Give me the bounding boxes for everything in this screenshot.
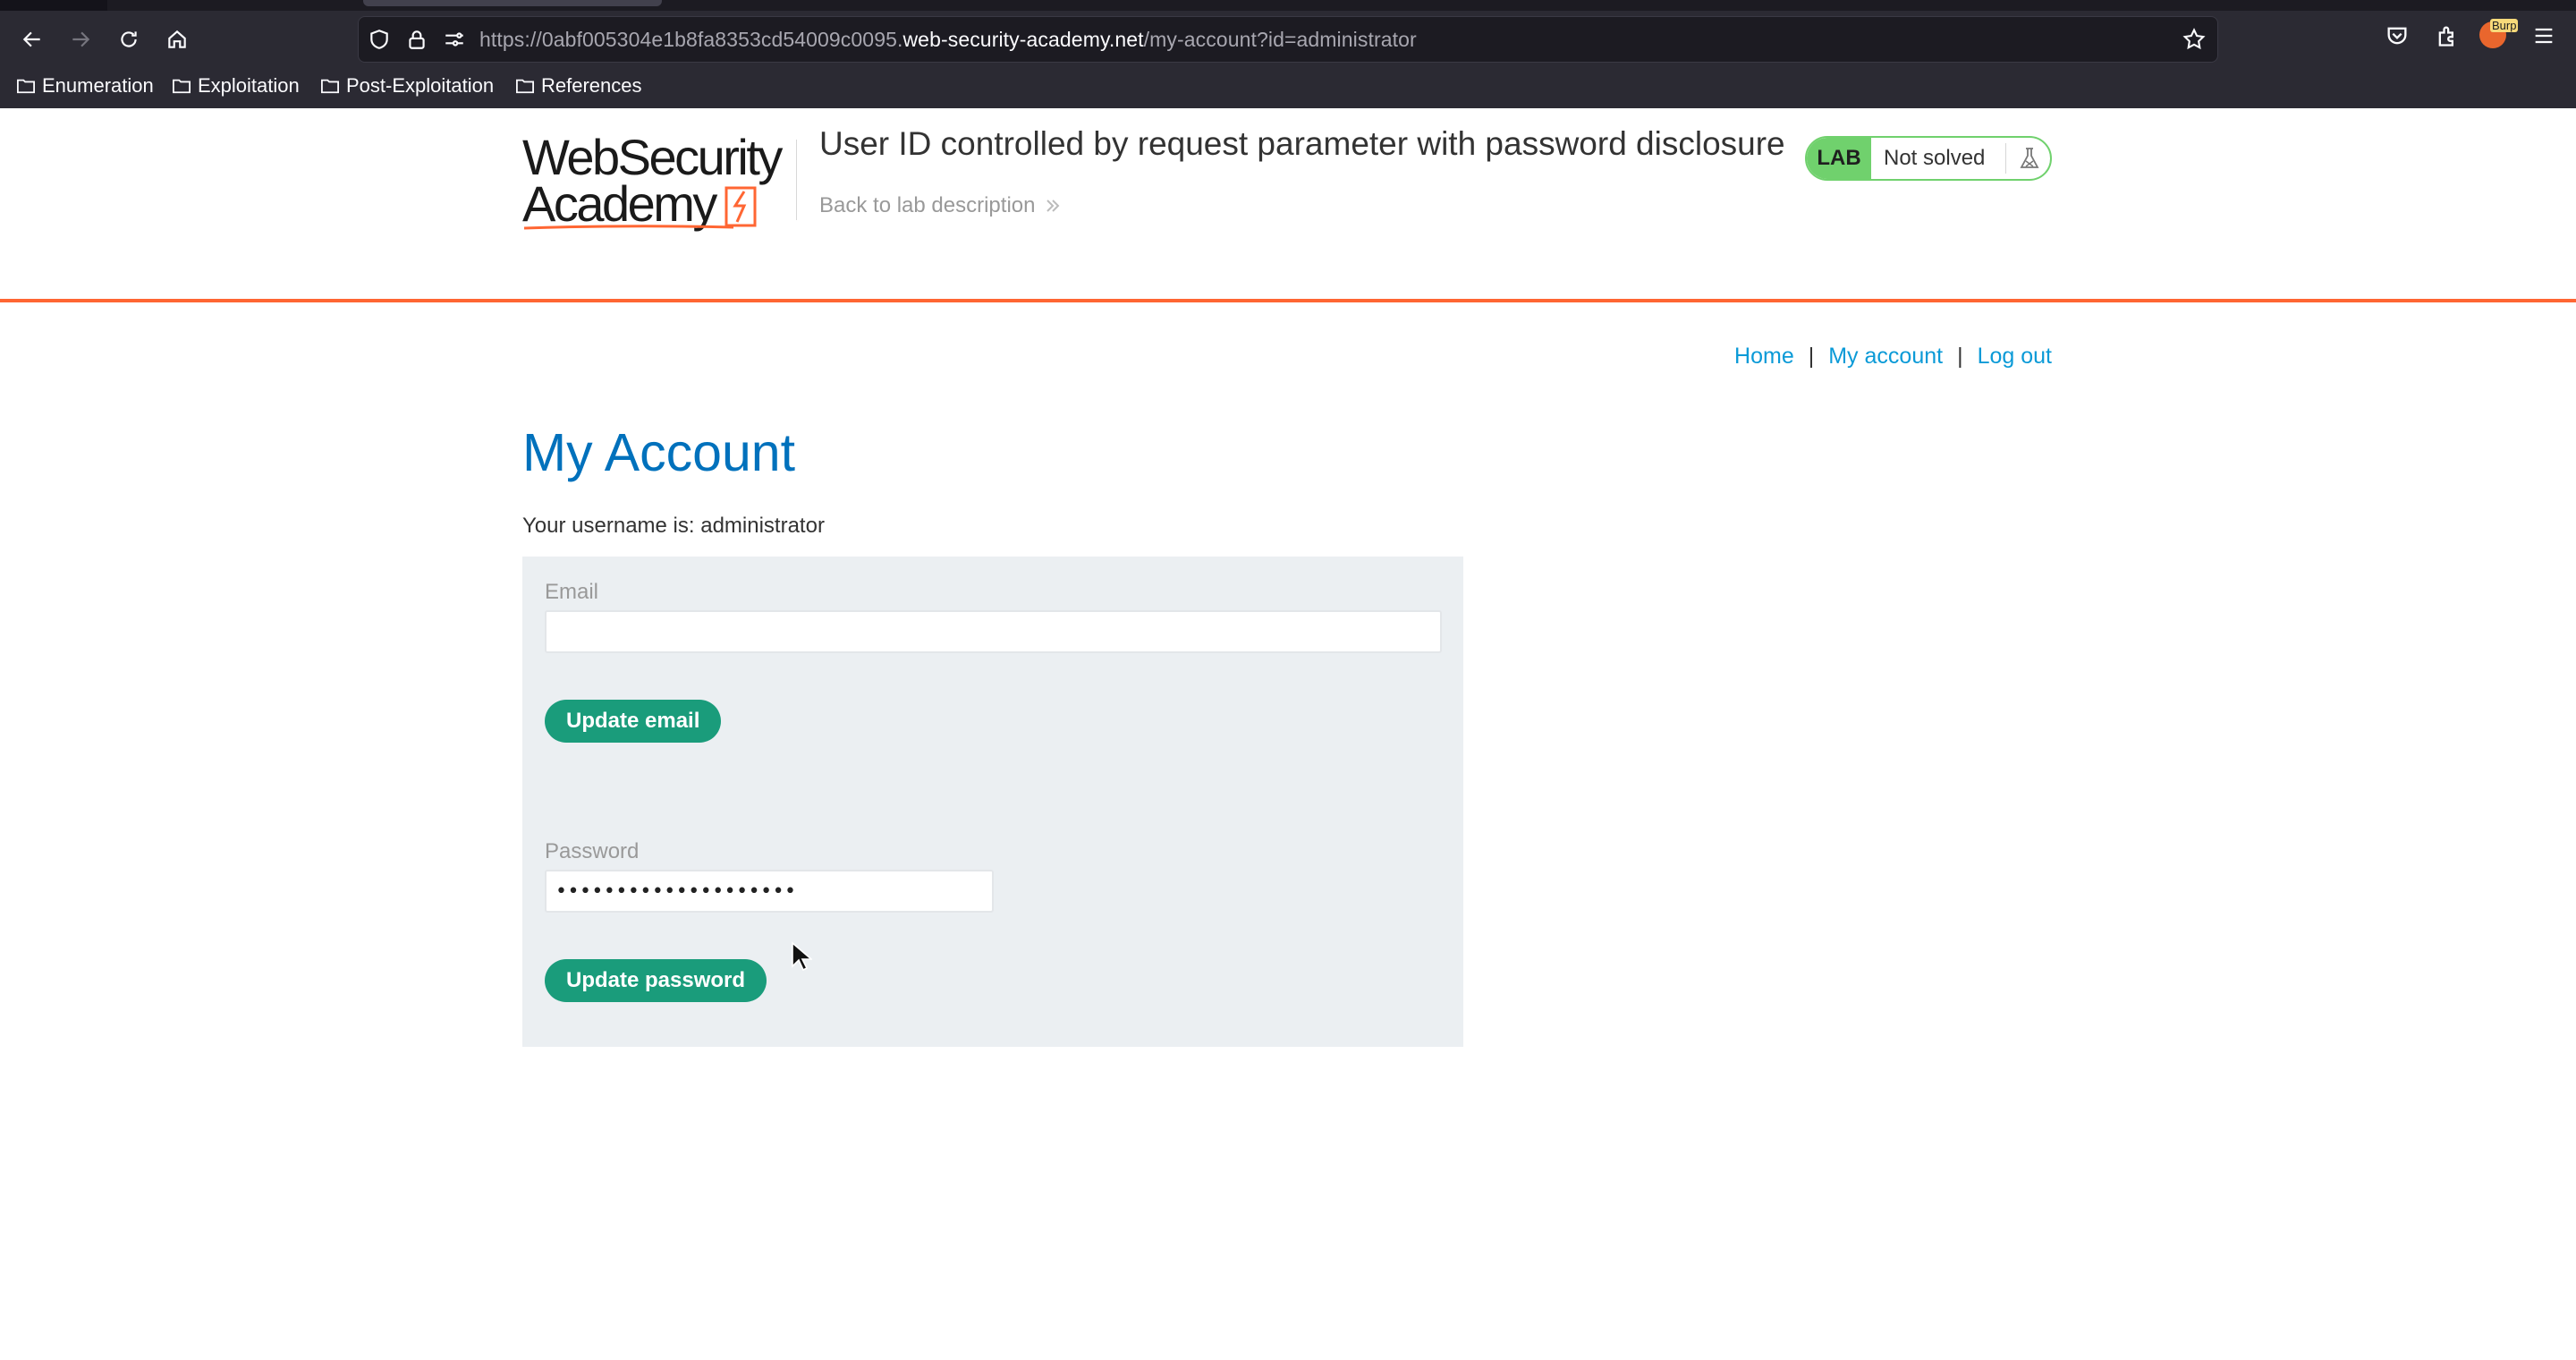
- logo-line-1: WebSecurity: [522, 129, 783, 185]
- email-label: Email: [545, 580, 599, 604]
- top-navigation: Home | My account | Log out: [1734, 344, 2052, 370]
- home-icon: [168, 30, 186, 48]
- nav-separator: |: [1808, 344, 1815, 369]
- shield-icon[interactable]: [368, 28, 391, 51]
- lab-title: User ID controlled by request parameter …: [819, 125, 1785, 162]
- active-tab[interactable]: [363, 0, 662, 6]
- header-orange-rule: [0, 299, 2576, 302]
- nav-my-account-link[interactable]: My account: [1828, 344, 1943, 369]
- pocket-icon[interactable]: [2385, 23, 2411, 50]
- bookmark-folder-exploitation[interactable]: Exploitation: [172, 72, 300, 100]
- url-host: web-security-academy.net: [902, 28, 1144, 51]
- bookmark-label: Post-Exploitation: [346, 74, 495, 97]
- forward-button[interactable]: [61, 20, 100, 59]
- bookmark-folder-references[interactable]: References: [515, 72, 642, 100]
- folder-icon: [173, 79, 191, 94]
- nav-separator: |: [1957, 344, 1963, 369]
- burp-extension-label: Burp: [2490, 19, 2519, 32]
- header-divider: [796, 140, 797, 220]
- reload-button[interactable]: [109, 20, 148, 59]
- url-bar[interactable]: https://0abf005304e1b8fa8353cd54009c0095…: [358, 16, 2218, 63]
- back-to-lab-description-link[interactable]: Back to lab description: [819, 193, 1062, 218]
- update-email-button[interactable]: Update email: [545, 700, 722, 743]
- folder-icon: [516, 79, 534, 94]
- folder-icon: [17, 79, 35, 94]
- folder-icon: [321, 79, 339, 94]
- lab-tag: LAB: [1807, 138, 1871, 179]
- lock-icon[interactable]: [405, 28, 428, 51]
- back-link-label: Back to lab description: [819, 193, 1036, 217]
- reload-icon: [121, 31, 137, 47]
- update-password-button[interactable]: Update password: [545, 959, 767, 1002]
- extensions-icon[interactable]: [2435, 23, 2462, 50]
- flask-icon: [2020, 148, 2039, 168]
- url-prefix: https://0abf005304e1b8fa8353cd54009c0095…: [479, 28, 903, 51]
- bookmarks-toolbar: Enumeration Exploitation Post-Exploitati…: [0, 70, 2576, 102]
- page-title: My Account: [522, 423, 795, 482]
- nav-home-link[interactable]: Home: [1734, 344, 1794, 369]
- arrow-left-icon: [22, 31, 40, 47]
- mouse-cursor-icon: [792, 941, 812, 972]
- lab-status-badge: LAB Not solved: [1805, 136, 2052, 181]
- arrow-right-icon: [72, 31, 90, 47]
- password-field[interactable]: [545, 870, 994, 913]
- account-panel: Email Update email Password Update passw…: [522, 557, 1463, 1047]
- badge-divider: [2005, 143, 2006, 174]
- logo-line-2: Academy: [522, 175, 717, 232]
- bookmark-folder-post-exploitation[interactable]: Post-Exploitation: [320, 72, 494, 100]
- hamburger-menu-icon[interactable]: [2531, 23, 2558, 50]
- url-text[interactable]: https://0abf005304e1b8fa8353cd54009c0095…: [479, 27, 1417, 52]
- back-button[interactable]: [13, 20, 52, 59]
- double-chevron-right-icon: [1046, 200, 1060, 212]
- logo-underline: [523, 225, 734, 230]
- bookmark-star-icon[interactable]: [2182, 27, 2207, 52]
- bookmark-label: Enumeration: [42, 74, 154, 97]
- tab-strip-edge: [0, 0, 107, 11]
- permissions-icon[interactable]: [443, 28, 466, 51]
- password-label: Password: [545, 839, 640, 863]
- browser-chrome: https://0abf005304e1b8fa8353cd54009c0095…: [0, 0, 2576, 108]
- email-field[interactable]: [545, 610, 1442, 653]
- nav-logout-link[interactable]: Log out: [1978, 344, 2052, 369]
- tab-strip: [0, 0, 2576, 11]
- lab-status-text: Not solved: [1884, 146, 1986, 170]
- logo-bolt-icon: [724, 186, 757, 227]
- burp-extension-icon[interactable]: Burp: [2479, 19, 2519, 48]
- bookmark-folder-enumeration[interactable]: Enumeration: [16, 72, 154, 100]
- url-path: /my-account?id=administrator: [1143, 28, 1417, 51]
- username-text: Your username is: administrator: [522, 514, 825, 538]
- web-security-academy-logo[interactable]: WebSecurity Academy: [522, 129, 800, 233]
- bookmark-label: References: [541, 74, 642, 97]
- bookmark-label: Exploitation: [198, 74, 300, 97]
- home-button[interactable]: [157, 20, 197, 59]
